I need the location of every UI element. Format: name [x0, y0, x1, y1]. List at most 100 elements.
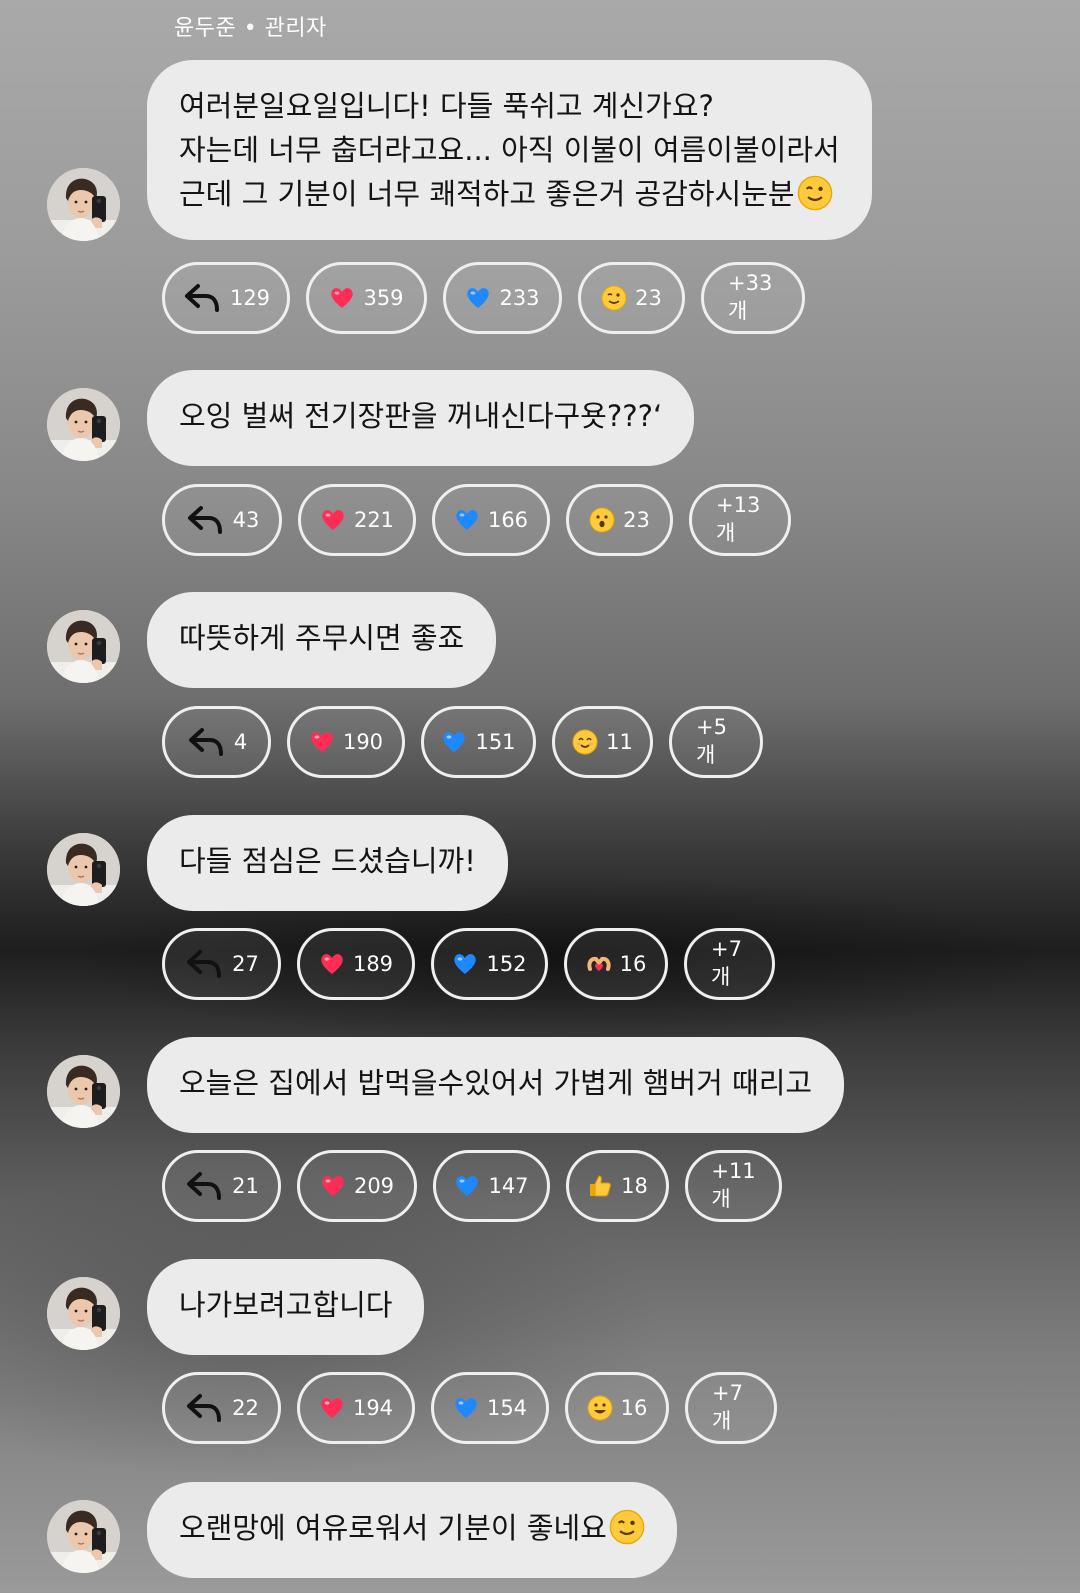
reply-count: 27 [232, 952, 259, 976]
reaction-count: 147 [488, 1174, 529, 1198]
message-bubble[interactable]: 오잉 벌써 전기장판을 꺼내신다구욧???‘ [147, 370, 695, 466]
winking-face-icon [601, 285, 627, 311]
message-line: 따뜻하게 주무시면 좋죠 [179, 621, 465, 655]
more-reactions-button[interactable]: +7개 [685, 1372, 777, 1444]
more-reactions-count: +7개 [711, 937, 742, 989]
avatar[interactable] [47, 388, 120, 461]
avatar[interactable] [47, 1055, 120, 1128]
reply-button[interactable]: 22 [162, 1372, 281, 1444]
message-line: 오잉 벌써 전기장판을 꺼내신다구욧???‘ [179, 399, 663, 433]
reaction-count: 154 [486, 1396, 528, 1420]
message-bubble[interactable]: 오늘은 집에서 밥먹을수있어서 가볍게 햄버거 때리고 [147, 1037, 845, 1133]
blue-heart-icon [453, 1395, 479, 1421]
reply-button[interactable]: 4 [162, 706, 271, 778]
more-reactions-button[interactable]: +7개 [684, 928, 775, 1000]
blue-heart-reaction[interactable]: 151 [421, 706, 536, 778]
message-line: 자는데 너무 춥더라고요... 아직 이불이 여름이불이라서 [179, 133, 840, 167]
red-heart-icon [329, 285, 355, 311]
reaction-count: 166 [487, 508, 529, 532]
message-bubble[interactable]: 따뜻하게 주무시면 좋죠 [147, 592, 497, 688]
reply-button[interactable]: 129 [162, 262, 290, 334]
avatar[interactable] [47, 610, 120, 683]
reply-button[interactable]: 27 [162, 928, 281, 1000]
reaction-bar: 43 221 166 23 +13개 [162, 484, 791, 556]
reaction-count: 359 [363, 286, 404, 310]
avatar[interactable] [47, 168, 120, 241]
emoji-reaction[interactable]: 18 [566, 1150, 669, 1222]
message-bubble[interactable]: 다들 점심은 드셨습니까! [147, 815, 508, 911]
avatar[interactable] [47, 1500, 120, 1573]
smiling-face-icon [572, 729, 598, 755]
more-reactions-count: +5개 [696, 715, 727, 767]
more-reactions-count: +11개 [711, 1159, 756, 1211]
red-heart-reaction[interactable]: 190 [287, 706, 405, 778]
surprised-face-icon [589, 507, 615, 533]
message-line: 여러분일요일입니다! 다들 푹쉬고 계신가요? [179, 89, 714, 123]
reaction-count: 151 [475, 730, 516, 754]
reaction-count: 16 [619, 952, 647, 976]
more-reactions-count: +13개 [716, 493, 761, 545]
red-heart-icon [319, 951, 345, 977]
thumbs-up-icon [587, 1173, 613, 1199]
reaction-count: 23 [623, 508, 650, 532]
red-heart-icon [320, 1173, 346, 1199]
reply-button[interactable]: 43 [162, 484, 282, 556]
red-heart-reaction[interactable]: 194 [297, 1372, 415, 1444]
reaction-bar: 22 194 154 16 +7개 [162, 1372, 777, 1444]
red-heart-reaction[interactable]: 359 [306, 262, 427, 334]
reply-arrow-icon [184, 946, 224, 982]
emoji-reaction[interactable]: 23 [578, 262, 685, 334]
reaction-count: 152 [486, 952, 527, 976]
blue-heart-icon [441, 729, 467, 755]
emoji-reaction[interactable]: 11 [552, 706, 653, 778]
blue-heart-reaction[interactable]: 166 [432, 484, 550, 556]
avatar[interactable] [47, 833, 120, 906]
red-heart-reaction[interactable]: 221 [298, 484, 416, 556]
emoji-reaction[interactable]: 23 [566, 484, 673, 556]
message-line: 오늘은 집에서 밥먹을수있어서 가볍게 햄버거 때리고 [179, 1066, 813, 1100]
red-heart-reaction[interactable]: 209 [297, 1150, 417, 1222]
blue-heart-reaction[interactable]: 147 [433, 1150, 550, 1222]
blue-heart-reaction[interactable]: 152 [431, 928, 548, 1000]
reaction-bar: 27 189 152 16 +7개 [162, 928, 775, 1000]
emoji-reaction[interactable]: 16 [565, 1372, 669, 1444]
blue-heart-icon [454, 1173, 480, 1199]
reply-arrow-icon [186, 724, 226, 760]
message-bubble[interactable]: 여러분일요일입니다! 다들 푹쉬고 계신가요? 자는데 너무 춥더라고요... … [147, 60, 872, 240]
reaction-count: 209 [353, 1174, 395, 1198]
reply-count: 22 [232, 1396, 259, 1420]
message-bubble[interactable]: 나가보려고합니다 [147, 1259, 425, 1355]
more-reactions-button[interactable]: +13개 [689, 484, 791, 556]
reply-arrow-icon [184, 1390, 224, 1426]
reaction-count: 16 [620, 1396, 648, 1420]
reply-arrow-icon [182, 280, 222, 316]
winking-face-icon [797, 175, 833, 211]
red-heart-icon [319, 1395, 345, 1421]
blue-heart-icon [452, 951, 478, 977]
red-heart-icon [320, 507, 346, 533]
message-line: 나가보려고합니다 [179, 1288, 393, 1322]
reaction-bar: 21 209 147 18 +11개 [162, 1150, 782, 1222]
more-reactions-button[interactable]: +33개 [701, 262, 805, 334]
more-reactions-count: +7개 [712, 1381, 743, 1433]
reply-count: 43 [232, 508, 260, 532]
more-reactions-count: +33개 [728, 271, 773, 323]
blue-heart-reaction[interactable]: 233 [443, 262, 562, 334]
reply-arrow-icon [185, 502, 225, 538]
reaction-bar: 129 359 233 23 +33개 [162, 262, 805, 334]
avatar[interactable] [47, 1277, 120, 1350]
emoji-reaction[interactable]: 16 [564, 928, 668, 1000]
blue-heart-reaction[interactable]: 154 [431, 1372, 549, 1444]
reply-button[interactable]: 21 [162, 1150, 281, 1222]
red-heart-reaction[interactable]: 189 [297, 928, 415, 1000]
reaction-count: 18 [621, 1174, 648, 1198]
more-reactions-button[interactable]: +5개 [669, 706, 763, 778]
message-line: 근데 그 기분이 너무 쾌적하고 좋은거 공감하시눈분 [179, 177, 795, 211]
sender-label: 윤두준 • 관리자 [174, 16, 327, 41]
reply-count: 4 [233, 730, 248, 754]
reaction-count: 190 [342, 730, 384, 754]
message-bubble[interactable]: 오랜망에 여유로워서 기분이 좋네요 [147, 1482, 677, 1578]
red-heart-icon [309, 729, 335, 755]
message-line: 다들 점심은 드셨습니까! [179, 844, 476, 878]
more-reactions-button[interactable]: +11개 [685, 1150, 782, 1222]
